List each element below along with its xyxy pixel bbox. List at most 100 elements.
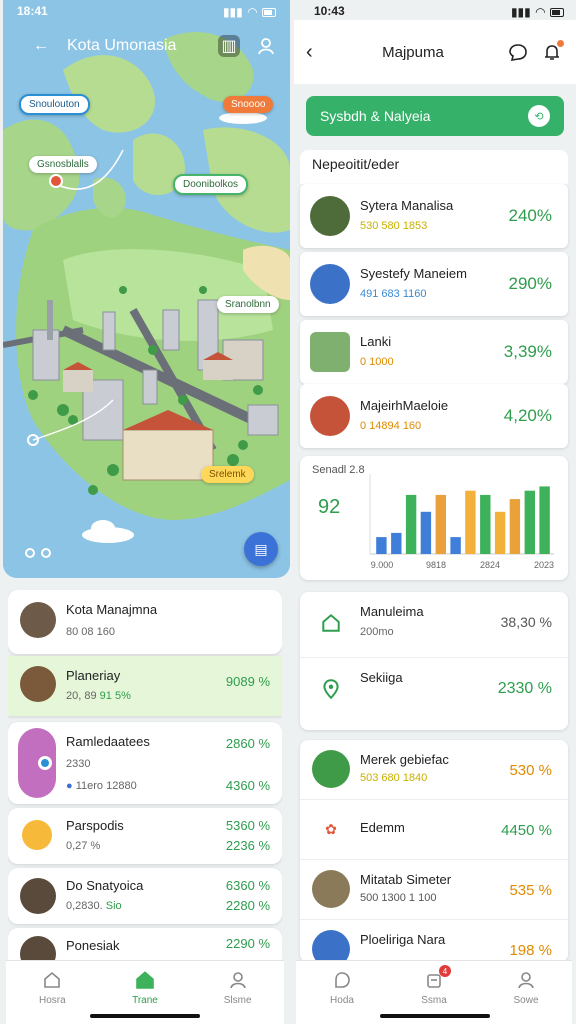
map-label[interactable]: Srelemk (201, 466, 254, 483)
home-indicator (90, 1014, 200, 1018)
map-pin-icon[interactable] (49, 174, 63, 188)
chart-title: Senadl 2.8 (312, 464, 365, 476)
battery-icon (550, 7, 564, 17)
signal-icon: ▮▮▮ (222, 5, 243, 19)
item-value: 4,20% (503, 406, 552, 425)
avatar (312, 870, 350, 908)
wifi-icon: ◠ (247, 5, 257, 19)
map-label[interactable]: Gsnosblalls (29, 156, 97, 173)
avatar (310, 264, 350, 304)
item-sub: 0 14894 160 (360, 420, 422, 432)
list-item[interactable]: Kota Manajmna 80 08 160 (8, 590, 282, 654)
item-sub: 80 08 160 (66, 626, 115, 638)
map-label[interactable]: Doonibolkos (173, 174, 249, 195)
signal-icon: ▮▮▮ (510, 5, 531, 19)
item-sub: 11ero 12880 (75, 780, 137, 792)
nav-trane[interactable]: Trane (110, 967, 180, 1006)
bottom-nav-left: Hosra Trane Slsme (6, 960, 284, 1024)
list-item[interactable]: Do Snatyoica 0,2830. Sio 6360 % 2280 % (8, 868, 282, 924)
refresh-icon[interactable]: ⟲ (528, 105, 550, 127)
nav-label: Hoda (330, 995, 354, 1006)
list-item[interactable]: Ponesiak 2290 % (8, 928, 282, 960)
bar-chart: 9.000 9818 2824 2023 (369, 474, 554, 570)
map-panel[interactable]: 18:41 ▮▮▮ ◠ ← Kota Umonasia ▥ Snoulouton… (3, 0, 290, 578)
nav-profile[interactable]: Sowe (491, 967, 561, 1006)
nav-home[interactable]: Hosra (17, 967, 87, 1006)
nav-home[interactable]: Hoda (307, 967, 377, 1006)
chat-icon[interactable] (506, 40, 530, 64)
item-name: Merek gebiefac (360, 752, 449, 767)
ranking-item[interactable]: Lanki 0 1000 3,39% (300, 320, 568, 384)
list-item[interactable]: Parspodis 0,27 % 5360 % 2236 % (8, 808, 282, 864)
info-row[interactable]: Manuleima 200mo 38,30 % (300, 592, 568, 658)
info-sub: 200mo (360, 626, 394, 638)
location-dot-icon (38, 756, 52, 770)
map-label[interactable]: Snoulouton (19, 94, 90, 115)
nav-profile[interactable]: Slsme (203, 967, 273, 1006)
wifi-icon: ◠ (535, 5, 545, 19)
stats-chart-card[interactable]: Senadl 2.8 92 9.000 9818 2824 2023 (300, 456, 568, 580)
list-item[interactable]: Mitatab Simeter 500 1300 1 100 535 % (300, 860, 568, 920)
list-item[interactable]: Ramledaatees 2330 ● 11ero 12880 2860 % 4… (8, 722, 282, 804)
nav-label: Slsme (223, 995, 252, 1006)
right-header: ‹ Majpuma (294, 20, 576, 84)
chart-bar (494, 511, 506, 554)
bottom-nav-right: Hoda 4 Ssma Sowe (296, 960, 572, 1024)
status-time: 18:41 (17, 4, 48, 18)
section-title: Nepeoitit/eder (300, 150, 568, 184)
avatar (310, 396, 350, 436)
list-item[interactable]: Merek gebiefac 503 680 1840 530 % (300, 740, 568, 800)
chart-bar (465, 490, 476, 554)
avatar (20, 936, 56, 960)
map-page-dots[interactable] (25, 548, 51, 558)
map-label[interactable]: Sranolbnn (217, 296, 279, 313)
list-item-selected[interactable]: Planeriay 20, 89 91 5% 9089 % (8, 656, 282, 716)
item-value: 4360 % (225, 778, 270, 793)
chart-bar (480, 494, 491, 554)
nav-notifications[interactable]: 4 Ssma (399, 965, 469, 1006)
chart-bar (376, 537, 387, 554)
ranking-item[interactable]: Syestefy Maneiem 491 683 1160 290% (300, 252, 568, 316)
info-row[interactable]: Sekiiga 2330 % (300, 658, 568, 724)
ranking-item[interactable]: Sytera Manalisa 530 580 1853 240% (300, 184, 568, 248)
item-name: Ploeliriga Nara (360, 932, 446, 947)
status-bar: 10:43 ▮▮▮ ◠ (314, 4, 564, 20)
chart-bar (405, 494, 417, 554)
layers-icon[interactable]: ▤ (244, 532, 278, 566)
home-icon (39, 967, 65, 993)
user-icon[interactable] (254, 34, 278, 58)
item-sub: 500 1300 1 100 (360, 892, 437, 904)
item-sub: 20, 89 (66, 690, 97, 702)
item-name: MajeirhMaeloie (360, 398, 449, 413)
chart-bar (509, 499, 521, 554)
item-name: Parspodis (66, 818, 124, 833)
place-list: Kota Manajmna 80 08 160 Planeriay 20, 89… (8, 590, 282, 960)
item-value: 530 % (509, 762, 552, 779)
nav-label: Ssma (421, 995, 447, 1006)
item-sub: 2330 (66, 758, 91, 770)
bell-icon[interactable] (540, 40, 564, 64)
chart-bar (539, 486, 550, 554)
x-tick-label: 9.000 (371, 560, 394, 570)
item-name: Sytera Manalisa (360, 198, 454, 213)
list-item[interactable]: Ploeliriga Nara 198 % (300, 920, 568, 962)
status-bar: 18:41 ▮▮▮ ◠ (17, 4, 276, 20)
avatar (312, 750, 350, 788)
ranking-item[interactable]: MajeirhMaeloie 0 14894 160 4,20% (300, 384, 568, 448)
book-icon[interactable]: ▥ (218, 35, 240, 57)
item-name: Ramledaatees (66, 734, 150, 749)
promo-banner[interactable]: Sysbdh & Nalyeia ⟲ (306, 96, 564, 136)
item-value: 2236 % (225, 838, 270, 853)
item-name: Kota Manajmna (66, 602, 158, 617)
item-sub: 0,27 % (66, 840, 101, 852)
item-name: Mitatab Simeter (360, 872, 452, 887)
map-label[interactable]: Snoooo (223, 96, 274, 113)
chevron-left-icon[interactable]: ‹ (306, 41, 330, 64)
info-value: 2330 % (497, 680, 552, 697)
home-icon (329, 967, 355, 993)
home-icon (132, 967, 158, 993)
list-item[interactable]: ✿ Edemm 4450 % (300, 800, 568, 860)
item-value: 290% (508, 274, 552, 293)
x-tick-label: 2023 (534, 560, 554, 570)
arrow-left-icon[interactable]: ← (29, 34, 53, 58)
